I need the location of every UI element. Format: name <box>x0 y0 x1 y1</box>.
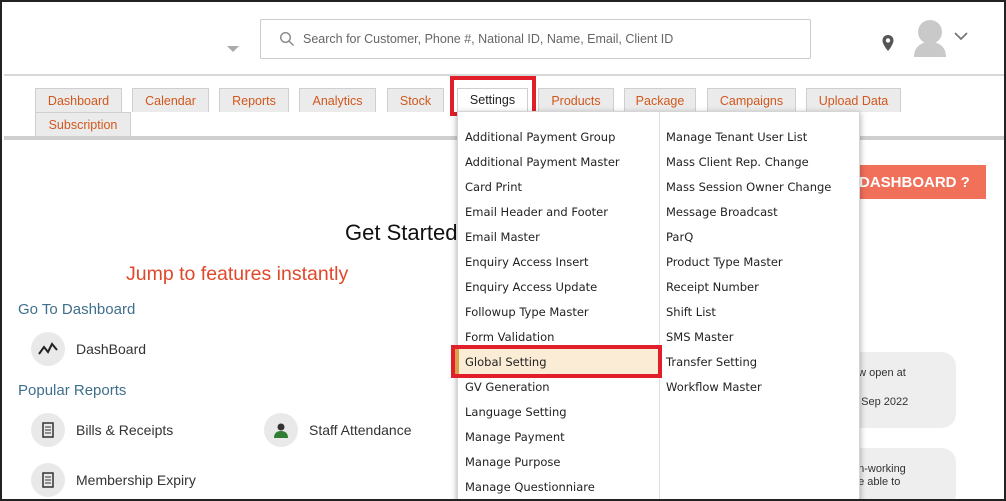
menu-item-workflow-master[interactable]: Workflow Master <box>666 380 762 394</box>
notice-text-1: ow open at <box>852 367 906 379</box>
activity-chart-icon <box>31 332 65 366</box>
chevron-down-icon[interactable] <box>954 31 968 41</box>
top-header: Search for Customer, Phone #, National I… <box>4 4 1004 76</box>
notice-text-3: on-working <box>852 463 906 475</box>
search-placeholder: Search for Customer, Phone #, National I… <box>303 32 674 46</box>
tab-reports[interactable]: Reports <box>219 88 289 112</box>
menu-item-manage-questionniare[interactable]: Manage Questionniare <box>465 480 595 494</box>
tab-stock[interactable]: Stock <box>387 88 444 112</box>
menu-item-card-print[interactable]: Card Print <box>465 180 522 194</box>
menu-item-followup-type-master[interactable]: Followup Type Master <box>465 305 589 319</box>
popular-reports-heading: Popular Reports <box>18 382 127 399</box>
tab-subscription[interactable]: Subscription <box>35 112 131 136</box>
user-avatar-icon[interactable] <box>910 17 950 57</box>
menu-item-language-setting[interactable]: Language Setting <box>465 405 567 419</box>
search-input[interactable]: Search for Customer, Phone #, National I… <box>260 19 811 59</box>
menu-item-manage-payment[interactable]: Manage Payment <box>465 430 565 444</box>
menu-item-mass-client-rep-change[interactable]: Mass Client Rep. Change <box>666 155 809 169</box>
menu-item-parq[interactable]: ParQ <box>666 230 693 244</box>
menu-item-product-type-master[interactable]: Product Type Master <box>666 255 783 269</box>
menu-item-enquiry-access-update[interactable]: Enquiry Access Update <box>465 280 597 294</box>
menu-item-manage-tenant-user-list[interactable]: Manage Tenant User List <box>666 130 807 144</box>
tab-package[interactable]: Package <box>624 88 696 112</box>
menu-item-gv-generation[interactable]: GV Generation <box>465 380 550 394</box>
jump-to-features-heading: Jump to features instantly <box>126 263 349 285</box>
dashboard-link-label: DashBoard <box>76 341 147 357</box>
tab-campaigns[interactable]: Campaigns <box>707 88 796 112</box>
menu-item-form-validation[interactable]: Form Validation <box>465 330 554 344</box>
notice-text-4: pe able to <box>852 476 901 488</box>
get-started-heading: Get Started <box>345 220 458 245</box>
menu-item-transfer-setting[interactable]: Transfer Setting <box>666 355 757 369</box>
menu-item-shift-list[interactable]: Shift List <box>666 305 716 319</box>
location-pin-icon[interactable] <box>881 34 895 52</box>
menu-item-receipt-number[interactable]: Receipt Number <box>666 280 759 294</box>
menu-item-additional-payment-group[interactable]: Additional Payment Group <box>465 130 615 144</box>
bills-receipts-label: Bills & Receipts <box>76 422 174 438</box>
tab-calendar[interactable]: Calendar <box>132 88 209 112</box>
notice-text-2: 0 Sep 2022 <box>852 396 909 408</box>
tab-products[interactable]: Products <box>538 88 614 112</box>
search-icon <box>279 31 294 46</box>
menu-item-email-header-footer[interactable]: Email Header and Footer <box>465 205 608 219</box>
menu-item-manage-purpose[interactable]: Manage Purpose <box>465 455 561 469</box>
bills-receipts-link[interactable]: Bills & Receipts <box>31 413 173 447</box>
dashboard-help-button[interactable]: R DASHBOARD ? <box>842 165 986 199</box>
tab-dashboard[interactable]: Dashboard <box>35 88 122 112</box>
tab-analytics[interactable]: Analytics <box>299 88 376 112</box>
app-window: Search for Customer, Phone #, National I… <box>0 0 1006 501</box>
go-to-dashboard-heading: Go To Dashboard <box>18 301 136 318</box>
membership-expiry-link[interactable]: Membership Expiry <box>31 463 196 497</box>
staff-attendance-label: Staff Attendance <box>309 422 412 438</box>
dashboard-link[interactable]: DashBoard <box>31 332 146 366</box>
global-setting-highlight <box>451 345 662 378</box>
branch-selector-caret-icon[interactable] <box>227 46 239 52</box>
membership-expiry-label: Membership Expiry <box>76 472 196 488</box>
menu-item-mass-session-owner-change[interactable]: Mass Session Owner Change <box>666 180 831 194</box>
tab-upload-data[interactable]: Upload Data <box>806 88 901 112</box>
menu-column-divider <box>659 112 660 499</box>
receipt-icon <box>31 413 65 447</box>
menu-item-additional-payment-master[interactable]: Additional Payment Master <box>465 155 620 169</box>
menu-item-sms-master[interactable]: SMS Master <box>666 330 733 344</box>
receipt-icon <box>31 463 65 497</box>
menu-item-message-broadcast[interactable]: Message Broadcast <box>666 205 778 219</box>
menu-item-email-master[interactable]: Email Master <box>465 230 540 244</box>
menu-item-enquiry-access-insert[interactable]: Enquiry Access Insert <box>465 255 589 269</box>
staff-icon <box>264 413 298 447</box>
settings-tab-highlight <box>450 76 536 116</box>
staff-attendance-link[interactable]: Staff Attendance <box>264 413 412 447</box>
dashboard-help-label: R DASHBOARD ? <box>844 173 970 191</box>
